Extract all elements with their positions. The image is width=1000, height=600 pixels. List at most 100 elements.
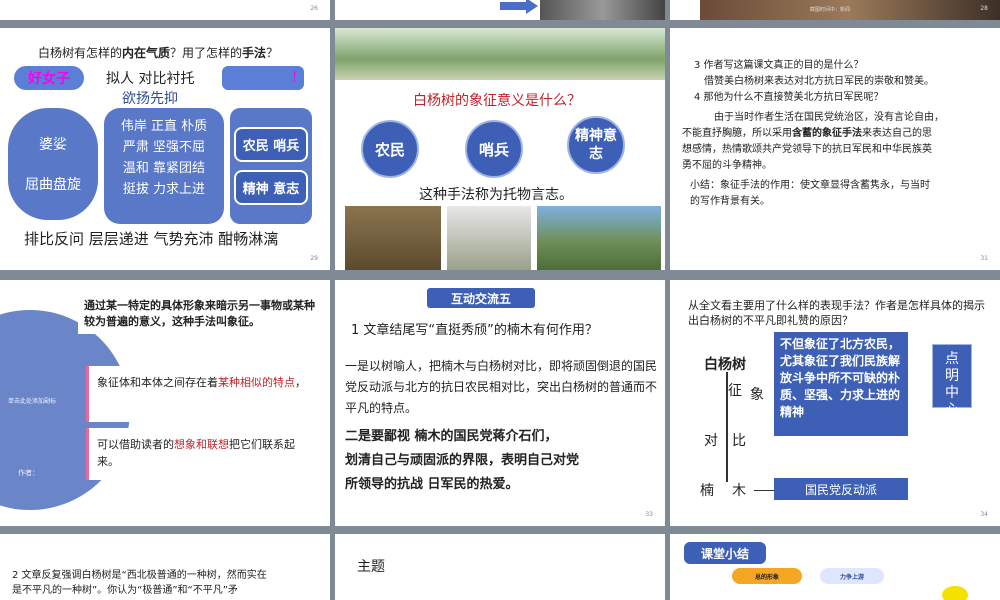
- page-number: 34: [980, 511, 988, 518]
- zheng-label: 征: [728, 383, 742, 399]
- text: ，: [295, 376, 306, 389]
- answer-4-line: 想感情，热情歌颂共产党领导下的抗日军民和中华民族英: [682, 144, 932, 155]
- left-bubble: 婆娑 屈曲盘旋: [8, 108, 98, 220]
- note-box-imagination: 可以借助读者的想象和联想把它们联系起来。: [86, 428, 320, 480]
- question-emphasis: 手法: [242, 46, 267, 60]
- question-line: 2 文章反复强调白杨树是“西北极普通的一种树，然而实在: [12, 570, 267, 581]
- trait-line: 严肃 坚强不屈: [122, 140, 206, 155]
- slide-34-thumbnail[interactable]: 从全文看主要用了什么样的表现手法？作者是怎样具体的揭示出白杨树的不平凡即礼赞的原…: [670, 280, 1000, 526]
- answer-4-line: 由于当时作者生活在国民党统治区，没有言论自由，: [714, 112, 944, 123]
- question-4: 4 那他为什么不直接赞美北方抗日军民呢？: [694, 92, 884, 103]
- bracket-line: [726, 372, 728, 482]
- good-woman-label: 好女子: [28, 71, 70, 87]
- summary-chip: 力争上游: [820, 568, 884, 584]
- exclamation-mark: !: [292, 70, 298, 85]
- spirit-will-box: 精神 意志: [234, 170, 308, 205]
- page-number: 26: [310, 5, 318, 12]
- note-box-similarity: 象征体和本体之间存在着某种相似的特点，: [86, 366, 320, 422]
- farmer-photo: [345, 206, 441, 270]
- farmer-sentinel-box: 农民 哨兵: [234, 127, 308, 162]
- trait-line: 挺拔 力求上进: [122, 182, 206, 197]
- yuyang-label: 欲扬先抑: [122, 91, 178, 107]
- decorative-dot: [942, 586, 968, 600]
- page-number: 29: [310, 255, 318, 262]
- summary-chip: 总的形象: [732, 568, 802, 584]
- text: 象征体和本体之间存在着: [97, 376, 218, 389]
- slide-32-thumbnail[interactable]: 单击此处添加副标 作者： 通过某一特定的具体形象来暗示另一事物或某种较为普遍的意…: [0, 280, 330, 526]
- poplar-label: 白杨树: [704, 357, 746, 373]
- text: 可以借助读者的: [97, 438, 174, 451]
- ququ-label: 屈曲盘旋: [25, 177, 81, 193]
- emphasis: 含蓄的象征手法: [792, 128, 862, 139]
- kmt-box: 国民党反动派: [774, 478, 908, 500]
- symbolism-box: 不但象征了北方农民，尤其象征了我们民族解放斗争中所不可缺的朴质、坚强、力求上进的…: [774, 332, 908, 436]
- main-idea-box: 点明中心: [932, 344, 972, 418]
- circle-farmer: 农民: [361, 120, 419, 178]
- rhetoric-summary: 排比反问 层层递进 气势充沛 酣畅淋漓: [24, 230, 279, 248]
- mu-label: 木: [732, 483, 746, 499]
- answer-4-line: 勇不屈的斗争精神。: [682, 160, 772, 171]
- slide-27-thumbnail[interactable]: [335, 0, 665, 20]
- answer-line: 二是要鄙视 楠木的国民党蒋介石们，: [345, 429, 558, 444]
- question-emphasis: 内在气质: [122, 46, 171, 60]
- question-text: 白杨树有怎样的: [38, 46, 123, 60]
- text: 不能直抒胸臆，所以采用: [682, 128, 792, 139]
- slide-question: 白杨树有怎样的内在气质？用了怎样的手法？: [38, 44, 278, 61]
- question-text: ？用了怎样的: [170, 46, 243, 60]
- slide-35-thumbnail[interactable]: 2 文章反复强调白杨树是“西北极普通的一种树，然而实在 是不平凡的一种树”。你认…: [0, 534, 330, 600]
- slide-question: 从全文看主要用了什么样的表现手法？作者是怎样具体的揭示出白杨树的不平凡即礼赞的原…: [688, 299, 985, 327]
- great-wall-photo: [537, 206, 661, 270]
- answer-paragraph-1: 一是以树喻人，把楠木与白杨树对比，即将顽固倒退的国民党反动派与北方的抗日农民相对…: [345, 359, 658, 415]
- slide-30-thumbnail[interactable]: 白杨树的象征意义是什么？ 农民 哨兵 精神意志 这种手法称为托物言志。: [335, 28, 665, 270]
- summary-line: 的写作背景有关。: [690, 196, 770, 207]
- question-1: 1 文章结尾写“直挺秀颀”的楠木有何作用？: [351, 323, 598, 338]
- poplar-trees-image: [335, 28, 665, 80]
- right-bubble: 农民 哨兵 精神 意志: [230, 108, 312, 224]
- highlight: 想象和联想: [174, 438, 229, 451]
- page-number: 28: [980, 5, 988, 12]
- question-line: 是不平凡的一种树”。你认为“极普通”和“不平凡”矛: [12, 585, 238, 596]
- slide-37-thumbnail[interactable]: 课堂小结 总的形象 力争上游: [670, 534, 1000, 600]
- summary-line: 小结：象征手法的作用：使文章显得含蓄隽永，与当时: [690, 180, 930, 191]
- slide-title: 白杨树的象征意义是什么？: [413, 93, 581, 109]
- answer-4-line: 不能直抒胸臆，所以采用含蓄的象征手法来表达自己的思: [682, 126, 932, 142]
- highlight: 某种相似的特点: [218, 376, 295, 389]
- bi-label: 比: [732, 433, 746, 449]
- circle-spirit: 精神意志: [567, 116, 625, 174]
- connector-line: [754, 490, 774, 491]
- question-3: 3 作者写这篇课文真正的目的是什么？: [694, 60, 864, 71]
- symbolism-definition: 通过某一特定的具体形象来暗示另一事物或某种较为普遍的意义，这种手法叫象征。: [78, 294, 328, 334]
- photo-caption: 截图时间中：新闻: [810, 7, 851, 13]
- arrow-right-icon: [500, 0, 538, 14]
- traits-bubble: 伟岸 正直 朴质 严肃 坚强不屈 温和 靠紧团结 挺拔 力求上进: [104, 108, 224, 224]
- slide-33-thumbnail[interactable]: 互动交流五 1 文章结尾写“直挺秀颀”的楠木有何作用？ 一是以树喻人，把楠木与白…: [335, 280, 665, 526]
- question-2-text: 2 文章反复强调白杨树是“西北极普通的一种树，然而实在 是不平凡的一种树”。你认…: [12, 568, 267, 598]
- xiang-label: 象: [750, 387, 764, 403]
- author-label: 作者：: [18, 469, 39, 477]
- historical-photo: [540, 0, 665, 20]
- soldier-photo: [447, 206, 531, 270]
- page-number: 31: [980, 255, 988, 262]
- circle-sentinel: 哨兵: [465, 120, 523, 178]
- section-tag: 互动交流五: [427, 288, 535, 308]
- dui-label: 对: [704, 433, 718, 449]
- slide-29-thumbnail[interactable]: 白杨树有怎样的内在气质？用了怎样的手法？ 好女子 拟人 对比衬托 ! 欲扬先抑 …: [0, 28, 330, 270]
- trait-line: 温和 靠紧团结: [122, 161, 206, 176]
- subtitle-placeholder: 单击此处添加副标: [8, 398, 57, 405]
- speech-bubble-good-woman: 好女子: [14, 66, 84, 90]
- answer-3: 借赞美白杨树来表达对北方抗日军民的崇敬和赞美。: [704, 76, 934, 87]
- page-number: 33: [645, 511, 653, 518]
- text: 来表达自己的思: [862, 128, 932, 139]
- posuo-label: 婆娑: [39, 137, 67, 153]
- slide-26-thumbnail[interactable]: 26: [0, 0, 330, 20]
- slide-36-thumbnail[interactable]: 主题: [335, 534, 665, 600]
- slide-title: 主题: [357, 559, 385, 575]
- nan-label: 楠: [700, 483, 714, 499]
- slide-caption: 这种手法称为托物言志。: [419, 187, 573, 203]
- question-text: ？: [266, 46, 279, 60]
- trait-line: 伟岸 正直 朴质: [120, 119, 208, 134]
- techniques-label: 拟人 对比衬托: [106, 71, 195, 87]
- answer-line: 划清自己与顽固派的界限，表明自己对党: [345, 453, 580, 468]
- slide-31-thumbnail[interactable]: 3 作者写这篇课文真正的目的是什么？ 借赞美白杨树来表达对北方抗日军民的崇敬和赞…: [670, 28, 1000, 270]
- slide-28-thumbnail[interactable]: 截图时间中：新闻 28: [670, 0, 1000, 20]
